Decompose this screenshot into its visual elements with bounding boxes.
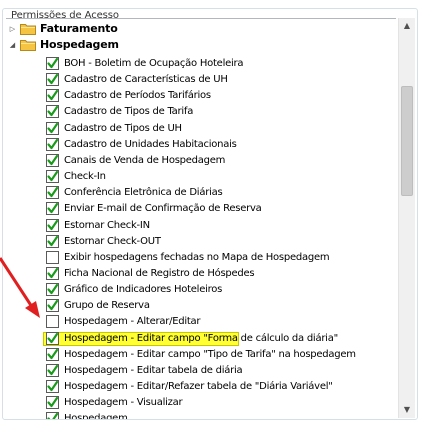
- tree-item-row[interactable]: Hospedagem - Editar tabela de diária: [6, 363, 396, 379]
- tree-item-label: Hospedagem - Editar campo "Tipo de Tarif…: [64, 348, 356, 360]
- tree-item-label: Hospedagem - Editar campo "Forma de cálc…: [64, 332, 338, 344]
- checkbox-checked-icon[interactable]: [46, 347, 59, 361]
- scrollbar-thumb[interactable]: [401, 86, 413, 196]
- tree-item-row[interactable]: Enviar E-mail de Confirmação de Reserva: [6, 201, 396, 217]
- permissions-tree[interactable]: ▷ Faturamento ◢ Hospedagem BOH - Boletim de …: [6, 18, 396, 419]
- tree-item-label: Gráfico de Indicadores Hoteleiros: [64, 284, 223, 296]
- tree-item-row[interactable]: Check-In: [6, 169, 396, 185]
- tree-item-row[interactable]: Hospedagem - Editar campo "Forma de cálc…: [6, 331, 396, 347]
- tree-item-row[interactable]: BOH - Boletim de Ocupação Hoteleira: [6, 56, 396, 72]
- tree-item-label: Estornar Check-OUT: [64, 235, 161, 247]
- tree-item-row[interactable]: Exibir hospedagens fechadas no Mapa de H…: [6, 250, 396, 266]
- tree-item-label: Canais de Venda de Hospedagem: [64, 154, 226, 166]
- tree-item-row[interactable]: Conferência Eletrônica de Diárias: [6, 185, 396, 201]
- tree-item-label: Hospedagem - Editar/Refazer tabela de "D…: [64, 381, 333, 392]
- tree-group-row[interactable]: ▷ Faturamento: [6, 21, 386, 37]
- tree-item-label: Check-In: [64, 171, 106, 182]
- tree-item-row[interactable]: Cadastro de Tipos de Tarifa: [6, 104, 396, 120]
- tree-item-row[interactable]: Estornar Check-OUT: [6, 234, 396, 250]
- tree-item-row[interactable]: Hospedagem - Visualizar: [6, 395, 396, 411]
- tree-item-label: Estornar Check-IN: [64, 219, 150, 231]
- tree-item-row[interactable]: Grupo de Reserva: [6, 298, 396, 314]
- tree-item-label: Cadastro de Períodos Tarifários: [64, 90, 211, 102]
- tree-item-row[interactable]: Gráfico de Indicadores Hoteleiros: [6, 282, 396, 298]
- tree-item-row[interactable]: Cadastro de Unidades Habitacionais: [6, 137, 396, 153]
- tree-group-row[interactable]: ◢ Hospedagem: [6, 37, 386, 53]
- checkbox-checked-icon[interactable]: [46, 363, 59, 377]
- red-arrow-icon: [0, 257, 40, 318]
- tree-item-row[interactable]: Cadastro de Tipos de UH: [6, 121, 396, 137]
- tree-item-row[interactable]: Cadastro de Características de UH: [6, 72, 396, 88]
- tree-item-label: Ficha Nacional de Registro de Hóspedes: [64, 267, 255, 279]
- checkbox-checked-icon[interactable]: [46, 396, 59, 410]
- tree-item-label: Cadastro de Características de UH: [64, 74, 228, 86]
- tree-item-row[interactable]: Hospedagem - Editar campo "Tipo de Tarif…: [6, 347, 396, 363]
- tree-item-row[interactable]: Hospedagem ...: [6, 411, 396, 419]
- scroll-down-icon[interactable]: ▼: [399, 402, 415, 418]
- tree-item-row[interactable]: Cadastro de Períodos Tarifários: [6, 88, 396, 104]
- tree-item-row[interactable]: Ficha Nacional de Registro de Hóspedes: [6, 266, 396, 282]
- tree-item-label: Grupo de Reserva: [64, 300, 150, 312]
- vertical-scrollbar[interactable]: ▲ ▼: [398, 18, 415, 418]
- tree-item-label: BOH - Boletim de Ocupação Hoteleira: [64, 58, 244, 69]
- tree-item-label: Exibir hospedagens fechadas no Mapa de H…: [64, 251, 330, 263]
- tree-item-row[interactable]: Canais de Venda de Hospedagem: [6, 153, 396, 169]
- tree-item-label: Conferência Eletrônica de Diárias: [64, 187, 223, 199]
- tree-item-row[interactable]: Estornar Check-IN: [6, 218, 396, 234]
- tree-item-label: Hospedagem ...: [64, 413, 140, 419]
- tree-item-label: Cadastro de Tipos de UH: [64, 122, 182, 134]
- tree-item-label: Cadastro de Unidades Habitacionais: [64, 138, 237, 150]
- scroll-up-icon[interactable]: ▲: [399, 18, 415, 34]
- checkbox-checked-icon[interactable]: [46, 412, 59, 419]
- checkbox-checked-icon[interactable]: [46, 380, 59, 393]
- tree-item-label: Enviar E-mail de Confirmação de Reserva: [64, 203, 262, 215]
- tree-item-label: Hospedagem - Alterar/Editar: [64, 316, 201, 328]
- tree-item-row[interactable]: Hospedagem - Alterar/Editar: [6, 314, 396, 330]
- tree-item-label: Hospedagem - Visualizar: [64, 397, 183, 409]
- tree-item-row[interactable]: Hospedagem - Editar/Refazer tabela de "D…: [6, 379, 396, 395]
- tree-item-label: Cadastro de Tipos de Tarifa: [64, 106, 194, 118]
- tree-item-label: Hospedagem - Editar tabela de diária: [64, 364, 243, 376]
- checkbox-checked-icon[interactable]: [46, 331, 59, 345]
